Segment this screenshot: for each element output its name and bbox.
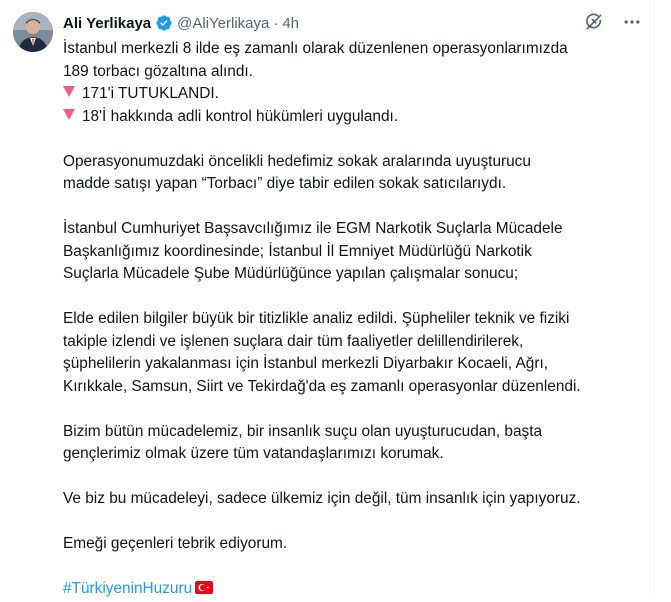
tweet-body: İstanbul merkezli 8 ilde eş zamanlı olar… xyxy=(63,38,643,601)
separator-dot: · xyxy=(273,14,279,32)
tweet-text-line: Emeği geçenleri tebrik ediyorum. xyxy=(63,535,288,552)
red-triangle-down-icon xyxy=(63,86,75,97)
tweet-actions xyxy=(583,11,643,33)
tweet-text-line: Ve biz bu mücadeleyi, sadece ülkemiz içi… xyxy=(63,490,581,507)
bullet-item: 18'İ hakkında adli kontrol hükümleri uyg… xyxy=(63,106,643,129)
hashtag-line: #TürkiyeninHuzuru xyxy=(63,578,643,601)
tweet-text-line: gençlerimiz olmak üzere tüm vatandaşları… xyxy=(63,445,444,462)
tweet-text-line: şüphelilerin yakalanması için İstanbul m… xyxy=(63,355,549,372)
tweet-text-line: 189 torbacı gözaltına alındı. xyxy=(63,62,253,80)
grok-icon[interactable] xyxy=(583,11,605,33)
tweet-text-line: Elde edilen bilgiler büyük bir titizlikl… xyxy=(63,310,570,327)
author-handle[interactable]: @AliYerlikaya xyxy=(177,15,269,32)
tweet-text-line: takiple izlendi ve işlenen suçlara dair … xyxy=(63,332,524,350)
bullet-text: 18'İ hakkında adli kontrol hükümleri uyg… xyxy=(82,107,399,125)
tweet-text-line: madde satışı yapan “Torbacı” diye tabir … xyxy=(63,175,507,192)
tweet-text-line: İstanbul merkezli 8 ilde eş zamanlı olar… xyxy=(63,40,568,57)
bullet-item: 171'i TUTUKLANDI. xyxy=(63,83,643,106)
tweet-text-line: Suçlarla Mücadele Şube Müdürlüğünce yapı… xyxy=(63,265,519,282)
author-display-name[interactable]: Ali Yerlikaya xyxy=(63,15,151,32)
tweet-text-line: Bizim bütün mücadelemiz, bir insanlık su… xyxy=(63,422,543,440)
hashtag-link[interactable]: #TürkiyeninHuzuru xyxy=(63,580,192,597)
bullet-text: 171'i TUTUKLANDI. xyxy=(82,85,219,102)
red-triangle-down-icon xyxy=(63,108,75,120)
profile-avatar[interactable] xyxy=(13,12,53,52)
verified-badge-icon[interactable] xyxy=(155,14,173,32)
tweet-timestamp[interactable]: 4h xyxy=(282,15,299,32)
turkey-flag-icon xyxy=(195,579,214,594)
tweet-text-line: Başkanlığımız koordinesinde; İstanbul İl… xyxy=(63,242,532,260)
tweet-text-line: İstanbul Cumhuriyet Başsavcılığımız ile … xyxy=(63,220,563,237)
tweet-header: Ali Yerlikaya @AliYerlikaya · 4h xyxy=(63,13,299,33)
tweet-card[interactable]: Ali Yerlikaya @AliYerlikaya · 4h İstanbu… xyxy=(0,0,655,597)
more-options-icon[interactable] xyxy=(621,11,643,33)
tweet-text-line: Operasyonumuzdaki öncelikli hedefimiz so… xyxy=(63,152,531,170)
tweet-text-line: Kırıkkale, Samsun, Siirt ve Tekirdağ'da … xyxy=(63,377,581,395)
